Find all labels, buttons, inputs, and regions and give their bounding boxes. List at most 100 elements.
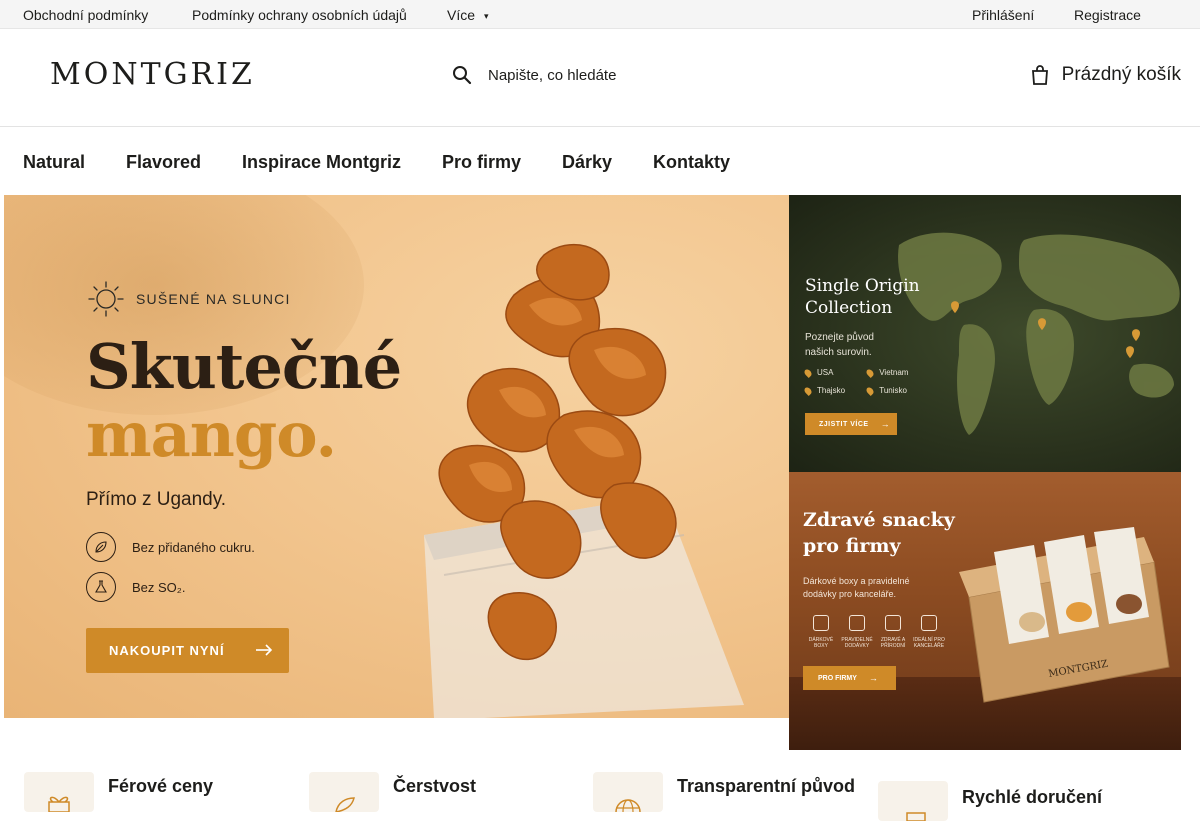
country-vietnam: Vietnam (879, 368, 909, 377)
business-title-line1: Zdravé snacky (803, 509, 955, 531)
origin-subtitle-line1: Poznejte původ (805, 332, 874, 343)
shop-now-label: NAKOUPIT NYNÍ (109, 643, 225, 658)
origin-title-line2: Collection (805, 298, 893, 318)
for-business-label: PRO FIRMY (818, 674, 857, 682)
flask-icon (86, 572, 116, 602)
gift-icon (813, 615, 829, 631)
top-utility-bar: Obchodní podmínky Podmínky ochrany osobn… (0, 0, 1200, 29)
country-thajsko: Thajsko (817, 386, 846, 395)
arrow-right-icon (256, 644, 273, 656)
arrow-right-icon: → (880, 419, 891, 429)
terms-link[interactable]: Obchodní podmínky (23, 7, 148, 23)
healthy-feature: ZDRAVÉ A PŘÍRODNÍ (875, 615, 911, 649)
sun-icon (88, 281, 124, 317)
more-label: Více (447, 7, 476, 23)
package-icon (878, 781, 948, 821)
country-item: Vietnam (865, 367, 927, 378)
map-pin-icon (865, 367, 876, 378)
hero-tag-label: SUŠENÉ NA SLUNCI (136, 291, 291, 307)
map-pin-icon (803, 385, 813, 396)
main-navigation: Natural Flavored Inspirace Montgriz Pro … (0, 127, 1200, 195)
leaf-icon (309, 772, 379, 812)
benefit-title: Férové ceny (108, 776, 214, 796)
calendar-icon (849, 615, 865, 631)
arrow-right-icon: → (868, 673, 878, 683)
sun-dried-tag: SUŠENÉ NA SLUNCI (86, 279, 291, 319)
country-tunisko: Tunisko (879, 386, 907, 395)
dried-mango-image (424, 243, 744, 718)
benefit-title: Čerstvost (393, 776, 477, 796)
business-title: Zdravé snacky pro firmy (803, 507, 955, 559)
single-origin-promo[interactable]: Single Origin Collection Poznejte původ … (789, 195, 1181, 472)
benefit-freshness: Čerstvost (309, 772, 476, 812)
origin-title-line1: Single Origin (805, 276, 920, 296)
delivery-label: PRAVIDELNÉ DODÁVKY (841, 637, 873, 649)
office-feature: IDEÁLNÍ PRO KANCELÁŘE (911, 615, 947, 649)
shop-now-button[interactable]: NAKOUPIT NYNÍ (86, 628, 289, 673)
for-business-button[interactable]: PRO FIRMY → (803, 666, 896, 690)
nav-item-natural[interactable]: Natural (23, 152, 85, 173)
origin-country-list: USA Vietnam Thajsko Tunisko (803, 367, 955, 404)
learn-more-button[interactable]: ZJISTIT VÍCE → (805, 413, 897, 435)
feature-no-so2: Bez SO₂. (86, 572, 185, 602)
gift-icon (24, 772, 94, 812)
site-header: MONTGRIZ Napište, co hledáte Prázdný koš… (0, 29, 1200, 127)
business-title-line2: pro firmy (803, 535, 901, 557)
gift-box-label: DÁRKOVÉ BOXY (808, 637, 834, 649)
feature-no-sugar-label: Bez přidaného cukru. (132, 539, 255, 555)
map-pin-icon (865, 385, 876, 396)
business-promo[interactable]: MONTGRIZ Zdravé snacky pro firmy Dárkové… (789, 472, 1181, 750)
country-usa: USA (817, 368, 834, 377)
nav-item-darky[interactable]: Dárky (562, 152, 612, 173)
nav-item-inspirace[interactable]: Inspirace Montgriz (242, 152, 401, 173)
delivery-feature: PRAVIDELNÉ DODÁVKY (839, 615, 875, 649)
nav-item-flavored[interactable]: Flavored (126, 152, 201, 173)
snack-box-image: MONTGRIZ (959, 527, 1170, 703)
country-item: USA (803, 367, 865, 378)
more-menu[interactable]: Více ▾ (447, 7, 489, 23)
logo[interactable]: MONTGRIZ (50, 57, 255, 92)
gift-box-feature: DÁRKOVÉ BOXY (803, 615, 839, 649)
briefcase-icon (921, 615, 937, 631)
register-link[interactable]: Registrace (1074, 7, 1141, 23)
world-map-image (898, 232, 1180, 435)
leaf-icon (86, 532, 116, 562)
shopping-bag-icon (1031, 65, 1048, 85)
search-icon[interactable] (452, 65, 472, 85)
globe-icon (593, 772, 663, 812)
feature-no-sugar: Bez přidaného cukru. (86, 532, 255, 562)
hero-title-line2: mango. (86, 398, 337, 471)
business-subtitle-line1: Dárkové boxy a pravidelné (803, 576, 910, 586)
hero-title-line1: Skutečné (86, 330, 402, 403)
benefit-fair-prices: Férové ceny (24, 772, 213, 812)
hero-banner[interactable]: SUŠENÉ NA SLUNCI Skutečné mango. Přímo z… (4, 195, 789, 718)
benefit-fast-delivery: Rychlé doručení (878, 781, 1102, 821)
healthy-label: ZDRAVÉ A PŘÍRODNÍ (880, 637, 906, 649)
origin-subtitle-line2: našich surovin. (805, 347, 872, 358)
nav-item-pro-firmy[interactable]: Pro firmy (442, 152, 521, 173)
search-bar[interactable]: Napište, co hledáte (452, 65, 616, 85)
learn-more-label: ZJISTIT VÍCE (819, 420, 869, 428)
cart-button[interactable]: Prázdný košík (1030, 64, 1181, 86)
privacy-link[interactable]: Podmínky ochrany osobních údajů (192, 7, 407, 23)
map-pin-icon (803, 367, 813, 378)
hero-subtitle: Přímo z Ugandy. (86, 489, 227, 510)
login-link[interactable]: Přihlášení (972, 7, 1034, 23)
search-input[interactable]: Napište, co hledáte (488, 67, 616, 84)
business-feature-icons: DÁRKOVÉ BOXY PRAVIDELNÉ DODÁVKY ZDRAVÉ A… (803, 615, 947, 649)
benefit-transparent-origin: Transparentní původ (593, 772, 855, 812)
office-label: IDEÁLNÍ PRO KANCELÁŘE (913, 637, 945, 649)
chevron-down-icon: ▾ (484, 11, 489, 21)
nav-item-kontakty[interactable]: Kontakty (653, 152, 730, 173)
leaf-icon (885, 615, 901, 631)
country-item: Tunisko (865, 385, 927, 396)
origin-title: Single Origin Collection (805, 275, 920, 319)
feature-no-so2-label: Bez SO₂. (132, 579, 186, 595)
origin-subtitle: Poznejte původ našich surovin. (805, 330, 874, 360)
benefit-title: Rychlé doručení (962, 787, 1103, 807)
cart-label: Prázdný košík (1061, 64, 1181, 85)
country-item: Thajsko (803, 385, 865, 396)
benefit-title: Transparentní původ (677, 776, 856, 796)
business-subtitle: Dárkové boxy a pravidelné dodávky pro ka… (803, 575, 910, 601)
business-subtitle-line2: dodávky pro kanceláře. (803, 589, 897, 599)
